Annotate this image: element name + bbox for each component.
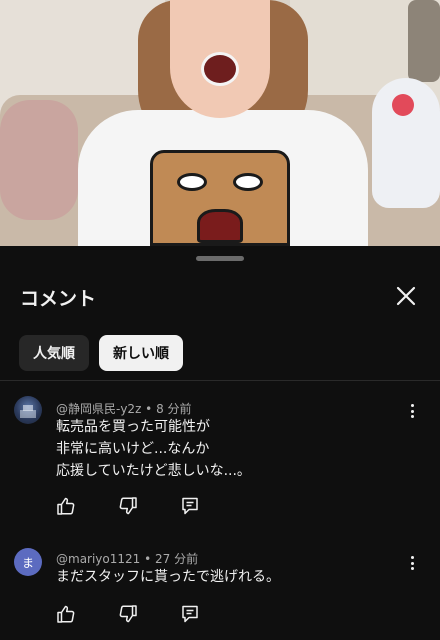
comment-actions [56,604,242,626]
cat-plush [372,78,440,208]
comment-meta: @静岡県民-y2z • 8 分前 [56,402,192,416]
divider [0,380,440,381]
sort-chips: 人気順 新しい順 [19,335,183,371]
avatar[interactable] [14,396,42,424]
thumbs-up-icon[interactable] [56,496,118,518]
comments-sheet: コメント 人気順 新しい順 @静岡県民-y2z • 8 分前 転売品を買った可能… [0,246,440,640]
comment-text: 転売品を買った可能性が 非常に高いけど...なんか 応援していたけど悲しいな..… [56,419,251,479]
reply-icon[interactable] [180,604,242,626]
close-icon[interactable] [392,282,420,310]
comment-meta: @mariyo1121 • 27 分前 [56,552,199,566]
reply-icon[interactable] [180,496,242,518]
thumbs-down-icon[interactable] [118,604,180,626]
shirt-print [150,150,290,246]
video-player[interactable] [0,0,440,246]
sort-chip-top[interactable]: 人気順 [19,335,89,371]
thumbs-down-icon[interactable] [118,496,180,518]
drag-handle[interactable] [196,256,244,261]
more-vertical-icon[interactable] [404,554,420,572]
avatar[interactable]: ま [14,548,42,576]
sort-chip-newest[interactable]: 新しい順 [99,335,183,371]
person-mouth [201,52,239,86]
pink-cushion [0,100,78,220]
thumbs-up-icon[interactable] [56,604,118,626]
decor-item [408,0,440,82]
comment-text: まだスタッフに貰ったで逃げれる。 [56,569,280,585]
sheet-title: コメント [20,288,97,310]
comment-actions [56,496,242,518]
more-vertical-icon[interactable] [404,402,420,420]
